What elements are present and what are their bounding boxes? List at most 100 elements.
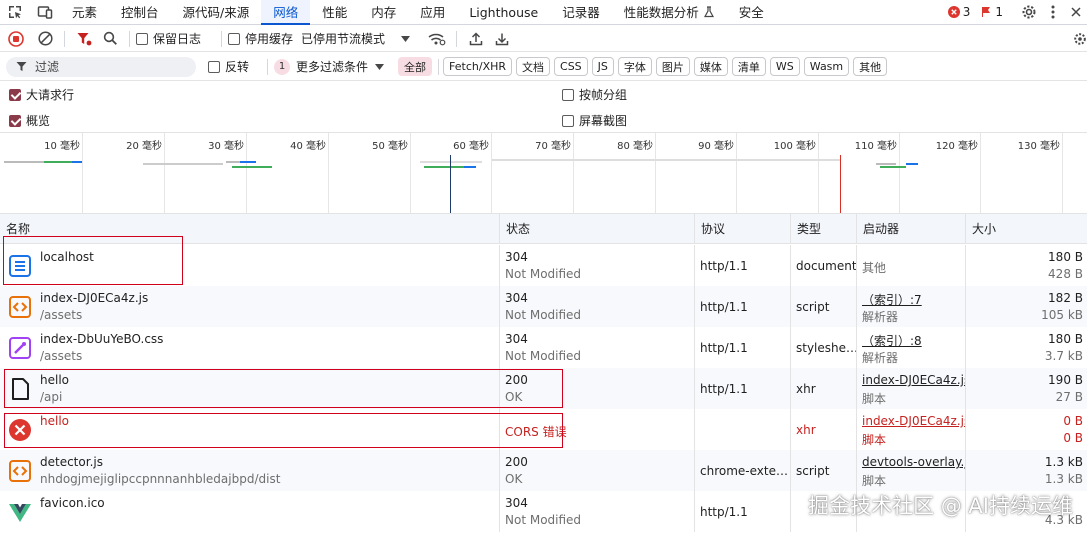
request-path: /assets bbox=[40, 349, 83, 363]
column-header-initiator[interactable]: 启动器 bbox=[857, 214, 966, 244]
overview-box bbox=[9, 114, 21, 127]
network-conditions-button[interactable] bbox=[424, 26, 450, 52]
name-cell: detector.js nhdogjmejiglipccpnnnanhbleda… bbox=[0, 450, 500, 491]
filter-chip-font[interactable]: 字体 bbox=[617, 57, 652, 76]
timeline-overview[interactable]: 10 毫秒 20 毫秒 30 毫秒 40 毫秒 50 毫秒 60 毫秒 70 毫… bbox=[0, 132, 1087, 214]
column-header-size[interactable]: 大小 bbox=[966, 214, 1087, 244]
column-header-protocol[interactable]: 协议 bbox=[695, 214, 791, 244]
status-cell: 304 Not Modified bbox=[500, 327, 695, 368]
column-header-type[interactable]: 类型 bbox=[791, 214, 857, 244]
tick-line bbox=[736, 133, 737, 213]
resource-size: 428 B bbox=[1048, 267, 1083, 281]
initiator-link[interactable]: devtools-overlay.js bbox=[862, 455, 965, 469]
clear-button[interactable] bbox=[32, 26, 58, 52]
tab-memory[interactable]: 内存 bbox=[359, 0, 408, 25]
error-icon bbox=[9, 419, 31, 441]
type-value: xhr bbox=[796, 382, 816, 396]
export-har-button[interactable] bbox=[489, 26, 515, 52]
filter-input[interactable]: 过滤 bbox=[6, 56, 196, 77]
record-button[interactable] bbox=[0, 26, 32, 52]
disable-cache-checkbox[interactable]: 停用缓存 bbox=[228, 30, 293, 47]
request-path: /assets bbox=[40, 308, 83, 322]
filter-chip-js[interactable]: JS bbox=[591, 57, 614, 76]
group-by-frame-checkbox[interactable]: 按帧分组 bbox=[562, 86, 627, 103]
more-filters-count: 1 bbox=[274, 58, 291, 75]
filter-chip-other[interactable]: 其他 bbox=[853, 57, 888, 76]
tab-application[interactable]: 应用 bbox=[408, 0, 457, 25]
invert-label: 反转 bbox=[225, 60, 250, 74]
filter-chip-all[interactable]: 全部 bbox=[398, 57, 433, 76]
throttling-select[interactable]: 已停用节流模式 bbox=[301, 30, 411, 47]
screenshots-checkbox[interactable]: 屏幕截图 bbox=[562, 112, 627, 129]
tick-label: 80 毫秒 bbox=[617, 141, 653, 152]
more-filters-label: 更多过滤条件 bbox=[296, 60, 369, 74]
name-cell: favicon.ico bbox=[0, 491, 500, 532]
status-cell: 304 Not Modified bbox=[500, 245, 695, 286]
more-options-icon[interactable] bbox=[1041, 0, 1065, 25]
table-row[interactable]: hello /api 200 OK http/1.1 xhr index-DJ0… bbox=[0, 368, 1087, 409]
initiator-link[interactable]: index-DJ0ECa4z.js bbox=[862, 373, 965, 387]
protocol-cell: http/1.1 bbox=[695, 368, 791, 409]
settings-gear-icon[interactable] bbox=[1017, 0, 1041, 25]
dom-content-loaded-marker bbox=[450, 155, 451, 213]
initiator-link[interactable]: （索引）:8 bbox=[862, 332, 922, 349]
tab-recorder[interactable]: 记录器 bbox=[550, 0, 612, 25]
invert-checkbox[interactable]: 反转 bbox=[208, 58, 249, 75]
device-toolbar-icon[interactable] bbox=[30, 0, 60, 25]
overview-checkbox[interactable]: 概览 bbox=[9, 112, 50, 129]
filter-chip-media[interactable]: 媒体 bbox=[693, 57, 728, 76]
tab-sources[interactable]: 源代码/来源 bbox=[171, 0, 262, 25]
status-cell: 200 OK bbox=[500, 368, 695, 409]
request-bar bbox=[876, 163, 896, 165]
filter-chip-css[interactable]: CSS bbox=[554, 57, 588, 76]
table-row[interactable]: detector.js nhdogjmejiglipccpnnnanhbleda… bbox=[0, 450, 1087, 491]
preserve-log-checkbox[interactable]: 保留日志 bbox=[136, 30, 201, 47]
size-cell: 190 B 27 B bbox=[966, 368, 1087, 409]
tab-security[interactable]: 安全 bbox=[727, 0, 776, 25]
close-devtools-icon[interactable] bbox=[1065, 0, 1087, 25]
filter-chip-ws[interactable]: WS bbox=[769, 57, 800, 76]
table-row-error[interactable]: hello CORS 错误 xhr index-DJ0ECa4z.js 脚本 0… bbox=[0, 409, 1087, 450]
resource-size: 3.7 kB bbox=[1044, 349, 1083, 363]
tab-network[interactable]: 网络 bbox=[261, 0, 311, 25]
tab-console[interactable]: 控制台 bbox=[109, 0, 171, 25]
filter-toggle-button[interactable] bbox=[71, 26, 97, 52]
tick-label: 70 毫秒 bbox=[535, 141, 571, 152]
group-by-frame-label: 按帧分组 bbox=[579, 88, 628, 102]
big-request-rows-checkbox[interactable]: 大请求行 bbox=[9, 86, 74, 103]
table-row[interactable]: index-DbUuYeBO.css /assets 304 Not Modif… bbox=[0, 327, 1087, 368]
tab-lighthouse[interactable]: Lighthouse bbox=[457, 0, 550, 25]
status-code: 200 bbox=[505, 455, 528, 469]
table-row[interactable]: index-DJ0ECa4z.js /assets 304 Not Modifi… bbox=[0, 286, 1087, 327]
request-bar bbox=[880, 166, 906, 168]
status-code: 304 bbox=[505, 291, 528, 305]
status-text: Not Modified bbox=[505, 308, 582, 322]
tab-elements[interactable]: 元素 bbox=[60, 0, 109, 25]
import-har-button[interactable] bbox=[463, 26, 489, 52]
initiator-link[interactable]: index-DJ0ECa4z.js bbox=[862, 414, 965, 428]
filter-chip-fetch-xhr[interactable]: Fetch/XHR bbox=[443, 57, 513, 76]
clear-icon bbox=[37, 31, 53, 46]
filter-chip-wasm[interactable]: Wasm bbox=[803, 57, 850, 76]
preserve-log-box bbox=[136, 32, 148, 45]
gear-icon bbox=[1074, 32, 1086, 45]
tab-performance[interactable]: 性能 bbox=[310, 0, 359, 25]
initiator-link[interactable]: （索引）:7 bbox=[862, 291, 922, 308]
column-header-status[interactable]: 状态 bbox=[500, 214, 695, 244]
filter-chip-doc[interactable]: 文档 bbox=[516, 57, 551, 76]
network-settings-button[interactable] bbox=[1073, 26, 1087, 52]
inspect-element-icon[interactable] bbox=[0, 0, 30, 25]
search-button[interactable] bbox=[97, 26, 123, 52]
issues-counter[interactable]: 1 bbox=[980, 5, 1003, 19]
error-counter[interactable]: 3 bbox=[947, 5, 970, 19]
group-by-frame-box bbox=[562, 88, 574, 101]
protocol-value: http/1.1 bbox=[700, 341, 748, 355]
filter-chip-manifest[interactable]: 清单 bbox=[731, 57, 766, 76]
table-row[interactable]: localhost 304 Not Modified http/1.1 docu… bbox=[0, 245, 1087, 286]
type-cell: xhr bbox=[791, 368, 857, 409]
filter-chip-img[interactable]: 图片 bbox=[655, 57, 690, 76]
more-filters-dropdown[interactable]: 1 更多过滤条件 bbox=[274, 58, 385, 75]
tab-performance-insights[interactable]: 性能数据分析 bbox=[612, 0, 727, 25]
column-header-name[interactable]: 名称 bbox=[0, 214, 500, 244]
initiator-type: 脚本 bbox=[862, 392, 887, 406]
